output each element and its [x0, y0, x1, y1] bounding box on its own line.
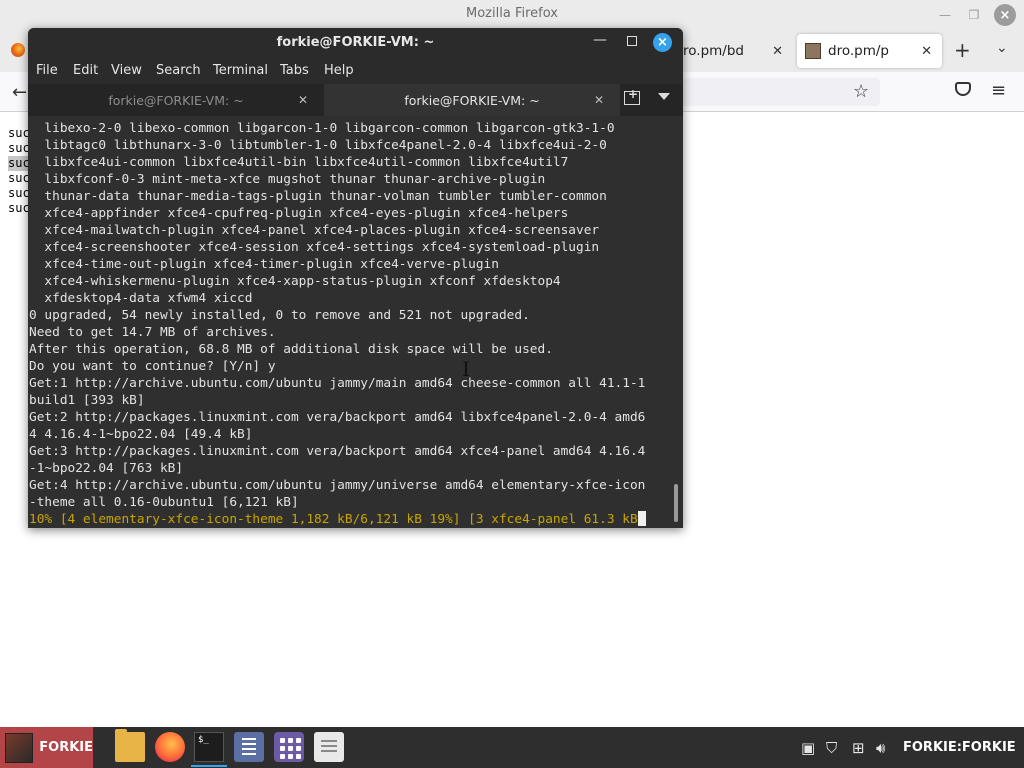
notes-icon[interactable] [314, 732, 344, 762]
firefox-icon[interactable] [155, 732, 185, 762]
terminal-line: libxfconf-0-3 mint-meta-xfce mugshot thu… [29, 172, 546, 187]
terminal-tab-label: forkie@FORKIE-VM: ~ [404, 92, 540, 108]
firefox-icon [11, 43, 25, 57]
close-icon[interactable]: ✕ [772, 44, 783, 59]
menu-help[interactable]: Help [324, 63, 354, 78]
new-tab-button[interactable]: + [954, 38, 971, 62]
firefox-tab-2[interactable]: dro.pm/p ✕ [797, 34, 942, 68]
terminal-tab-2[interactable]: forkie@FORKIE-VM: ~ ✕ [324, 84, 620, 116]
terminal-tab-label: forkie@FORKIE-VM: ~ [108, 92, 244, 108]
terminal-line: After this operation, 68.8 MB of additio… [29, 342, 553, 357]
menu-edit[interactable]: Edit [73, 63, 98, 78]
close-icon[interactable]: ✕ [298, 93, 308, 107]
firefox-tab-label: ro.pm/bd [683, 43, 744, 59]
terminal-line: thunar-data thunar-media-tags-plugin thu… [29, 189, 607, 204]
text-editor-icon[interactable] [234, 732, 264, 762]
terminal-line: Get:4 http://archive.ubuntu.com/ubuntu j… [29, 478, 646, 493]
firefox-page-content: suc suc suc suc suc suc [8, 126, 30, 216]
terminal-line: xfce4-time-out-plugin xfce4-timer-plugin… [29, 257, 499, 272]
start-label: FORKIE [39, 740, 93, 755]
back-arrow-icon[interactable]: ← [12, 82, 27, 103]
clipboard-icon[interactable]: ▣ [801, 739, 815, 757]
terminal-line: libxfce4ui-common libxfce4util-bin libxf… [29, 155, 569, 170]
page-line-selected: suc [8, 156, 30, 171]
terminal-line: -theme all 0.16-0ubuntu1 [6,121 kB] [29, 495, 299, 510]
terminal-line: libtagc0 libthunarx-3-0 libtumbler-1-0 l… [29, 138, 607, 153]
terminal-menubar: File Edit View Search Terminal Tabs Help [28, 58, 683, 84]
firefox-minimize-button[interactable]: — [934, 4, 956, 26]
page-line: suc [8, 201, 30, 215]
page-line: suc [8, 141, 30, 155]
firefox-tab-label: dro.pm/p [828, 43, 889, 59]
firefox-window-title: Mozilla Firefox [466, 6, 558, 21]
terminal-output[interactable]: libexo-2-0 libexo-common libgarcon-1-0 l… [28, 120, 674, 528]
firefox-maximize-button[interactable]: ❐ [963, 4, 985, 26]
minimize-icon[interactable]: — [593, 32, 607, 48]
app-grid-icon[interactable] [274, 732, 304, 762]
menu-search[interactable]: Search [156, 63, 201, 78]
terminal-line: Do you want to continue? [Y/n] y [29, 359, 276, 374]
terminal-line: Get:2 http://packages.linuxmint.com vera… [29, 410, 646, 425]
menu-view[interactable]: View [111, 63, 142, 78]
mouse-ibeam-cursor-icon: I [462, 357, 470, 381]
terminal-line: 0 upgraded, 54 newly installed, 0 to rem… [29, 308, 530, 323]
url-bar[interactable] [680, 78, 880, 106]
session-user-label[interactable]: FORKIE:FORKIE [903, 740, 1016, 755]
firefox-tab-1[interactable]: ro.pm/bd ✕ [683, 34, 793, 68]
terminal-line: xfce4-screenshooter xfce4-session xfce4-… [29, 240, 600, 255]
firefox-titlebar: Mozilla Firefox — ❐ × [0, 0, 1024, 30]
terminal-line: xfce4-mailwatch-plugin xfce4-panel xfce4… [29, 223, 600, 238]
page-line: suc [8, 171, 30, 185]
close-icon[interactable]: ✕ [921, 44, 932, 59]
page-line: suc [8, 126, 30, 140]
terminal-window: forkie@FORKIE-VM: ~ — × File Edit View S… [28, 28, 683, 528]
terminal-titlebar[interactable]: forkie@FORKIE-VM: ~ — × [28, 28, 683, 58]
terminal-line: libexo-2-0 libexo-common libgarcon-1-0 l… [29, 121, 615, 136]
terminal-line: Need to get 14.7 MB of archives. [29, 325, 276, 340]
terminal-tab-1[interactable]: forkie@FORKIE-VM: ~ ✕ [28, 84, 324, 116]
hamburger-menu-icon[interactable]: ≡ [991, 80, 1006, 101]
shield-icon[interactable]: ⛉ [826, 739, 837, 757]
terminal-icon[interactable]: $_ [191, 732, 227, 767]
menu-tabs[interactable]: Tabs [280, 63, 309, 78]
terminal-line: xfce4-whiskermenu-plugin xfce4-xapp-stat… [29, 274, 561, 289]
terminal-line: -1~bpo22.04 [763 kB] [29, 461, 184, 476]
maximize-icon[interactable] [627, 36, 637, 46]
favicon-icon [805, 43, 821, 59]
terminal-line: 4 4.16.4-1~bpo22.04 [49.4 kB] [29, 427, 253, 442]
network-icon[interactable]: ⊞ [852, 739, 865, 757]
terminal-line: Get:3 http://packages.linuxmint.com vera… [29, 444, 646, 459]
firefox-close-button[interactable]: × [994, 4, 1016, 26]
terminal-tabbar: forkie@FORKIE-VM: ~ ✕ forkie@FORKIE-VM: … [28, 84, 683, 116]
menu-terminal[interactable]: Terminal [213, 63, 268, 78]
terminal-line: xfce4-appfinder xfce4-cpufreq-plugin xfc… [29, 206, 569, 221]
progress-line: 10% [4 elementary-xfce-icon-theme 1,182 … [29, 511, 674, 528]
close-icon[interactable]: × [653, 33, 672, 52]
taskbar: FORKIE $_ ▣ ⛉ ⊞ 🔊︎ FORKIE:FORKIE [0, 727, 1024, 768]
chevron-down-icon[interactable] [658, 93, 670, 100]
terminal-window-title: forkie@FORKIE-VM: ~ [276, 35, 435, 50]
start-menu-button[interactable]: FORKIE [0, 727, 93, 768]
list-all-tabs-icon[interactable]: ⌄ [996, 40, 1008, 56]
avatar [5, 732, 34, 763]
terminal-line: xfdesktop4-data xfwm4 xiccd [29, 291, 253, 306]
close-icon[interactable]: ✕ [594, 93, 604, 107]
bookmark-star-icon[interactable]: ☆ [853, 81, 869, 102]
page-line: suc [8, 186, 30, 200]
files-icon[interactable] [115, 729, 145, 762]
terminal-scrollbar[interactable] [674, 484, 678, 522]
terminal-line: build1 [393 kB] [29, 393, 145, 408]
volume-icon[interactable]: 🔊︎ [876, 739, 885, 757]
menu-file[interactable]: File [36, 63, 58, 78]
terminal-line: Get:1 http://archive.ubuntu.com/ubuntu j… [29, 376, 646, 391]
new-terminal-tab-icon[interactable] [624, 87, 640, 105]
text-cursor [637, 511, 646, 526]
